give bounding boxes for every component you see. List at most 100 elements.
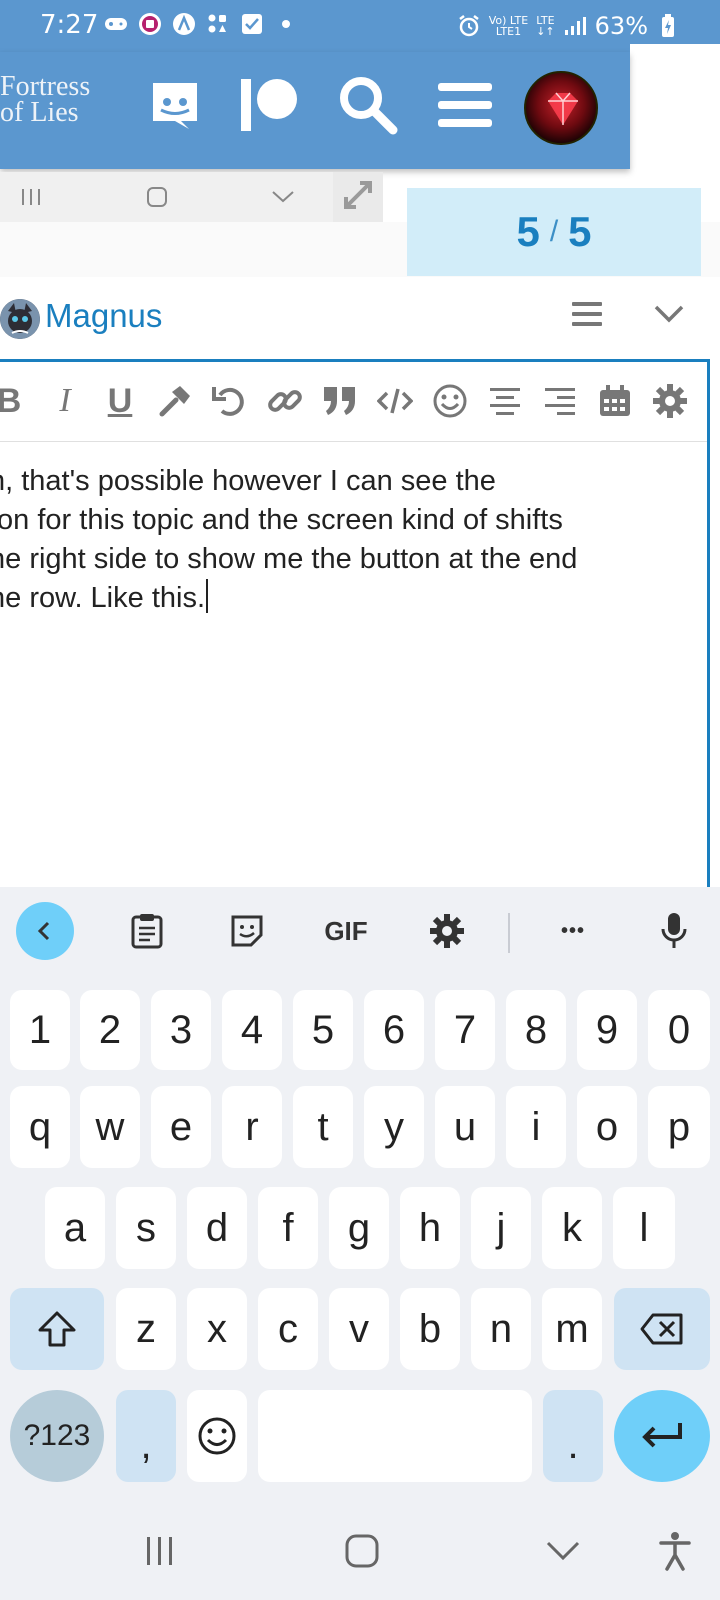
emoji-icon[interactable] <box>430 380 470 422</box>
accessibility-button[interactable] <box>650 1526 700 1576</box>
key-1[interactable]: 1 <box>10 990 70 1070</box>
key-w[interactable]: w <box>80 1086 140 1168</box>
enter-arrow-icon <box>642 1423 682 1448</box>
system-nav-bar <box>0 1502 720 1600</box>
code-icon[interactable] <box>375 380 415 422</box>
key-0[interactable]: 0 <box>648 990 710 1070</box>
key-b[interactable]: b <box>400 1288 460 1370</box>
keyboard-back-button[interactable] <box>16 902 74 960</box>
link-icon[interactable] <box>265 380 305 422</box>
key-r[interactable]: r <box>222 1086 282 1168</box>
key-f[interactable]: f <box>258 1187 318 1269</box>
key-z[interactable]: z <box>116 1288 176 1370</box>
key-p[interactable]: p <box>648 1086 710 1168</box>
home-icon[interactable] <box>142 182 172 212</box>
key-5[interactable]: 5 <box>293 990 353 1070</box>
back-icon <box>37 921 50 941</box>
progress-separator: / <box>549 215 559 248</box>
lte-indicator: LTE ↓↑ <box>536 14 555 38</box>
key-8[interactable]: 8 <box>506 990 566 1070</box>
backspace-icon <box>640 1313 683 1345</box>
key-i[interactable]: i <box>506 1086 566 1168</box>
symbols-key[interactable]: ?123 <box>10 1390 104 1482</box>
gear-icon[interactable] <box>650 380 690 422</box>
align-right-icon[interactable] <box>540 380 580 422</box>
key-y[interactable]: y <box>364 1086 424 1168</box>
shift-key[interactable] <box>10 1288 104 1370</box>
key-c[interactable]: c <box>258 1288 318 1370</box>
clipboard-icon <box>131 914 163 949</box>
key-d[interactable]: d <box>187 1187 247 1269</box>
key-6[interactable]: 6 <box>364 990 424 1070</box>
key-g[interactable]: g <box>329 1187 389 1269</box>
hide-keyboard-button[interactable] <box>538 1526 588 1576</box>
more-icon[interactable]: ••• <box>544 902 602 960</box>
key-q[interactable]: q <box>10 1086 70 1168</box>
chevron-down-icon[interactable] <box>268 182 298 212</box>
clipboard-button[interactable] <box>118 902 176 960</box>
site-logo[interactable]: Fortress of Lies <box>0 73 90 127</box>
key-j[interactable]: j <box>471 1187 531 1269</box>
key-s[interactable]: s <box>116 1187 176 1269</box>
key-x[interactable]: x <box>187 1288 247 1370</box>
home-button[interactable] <box>337 1526 387 1576</box>
enter-key[interactable] <box>614 1390 710 1482</box>
key-n[interactable]: n <box>471 1288 531 1370</box>
recent-apps-button[interactable] <box>135 1526 185 1576</box>
recent-apps-icon[interactable] <box>16 182 46 212</box>
key-7[interactable]: 7 <box>435 990 495 1070</box>
key-9[interactable]: 9 <box>577 990 637 1070</box>
key-t[interactable]: t <box>293 1086 353 1168</box>
user-avatar[interactable] <box>524 71 598 145</box>
key-v[interactable]: v <box>329 1288 389 1370</box>
notification-icons <box>104 12 298 36</box>
game-controller-icon <box>104 12 128 36</box>
search-button[interactable] <box>333 72 403 142</box>
hamburger-menu-icon <box>438 81 492 134</box>
gif-button[interactable]: GIF <box>317 902 375 960</box>
italic-button[interactable]: I <box>45 380 85 422</box>
key-o[interactable]: o <box>577 1086 637 1168</box>
emoji-key[interactable] <box>187 1390 247 1482</box>
key-h[interactable]: h <box>400 1187 460 1269</box>
alarm-icon <box>457 14 481 38</box>
bold-button[interactable]: B <box>0 380 29 422</box>
key-a[interactable]: a <box>45 1187 105 1269</box>
patreon-button[interactable] <box>233 72 303 142</box>
backspace-key[interactable] <box>614 1288 710 1370</box>
undo-icon[interactable] <box>210 380 250 422</box>
calendar-icon[interactable] <box>595 380 635 422</box>
header-gap <box>630 44 720 174</box>
key-2[interactable]: 2 <box>80 990 140 1070</box>
hammer-icon[interactable] <box>155 380 195 422</box>
discord-button[interactable] <box>140 72 210 142</box>
keyboard-settings-button[interactable] <box>418 902 476 960</box>
quote-icon[interactable] <box>320 380 360 422</box>
key-u[interactable]: u <box>435 1086 495 1168</box>
align-center-icon[interactable] <box>485 380 525 422</box>
status-bar: 7:27 Vo) LTE LTE1 LTE ↓↑ 63% <box>0 0 720 52</box>
key-4[interactable]: 4 <box>222 990 282 1070</box>
key-k[interactable]: k <box>542 1187 602 1269</box>
editor-toolbar: B I U <box>0 362 707 442</box>
toolbar-divider <box>508 913 510 953</box>
reply-to-username[interactable]: Magnus <box>45 297 162 335</box>
collapse-chevron-icon[interactable] <box>652 299 696 339</box>
key-3[interactable]: 3 <box>151 990 211 1070</box>
voice-input-button[interactable] <box>645 902 703 960</box>
menu-button[interactable] <box>430 72 500 142</box>
period-key[interactable]: . <box>543 1390 603 1482</box>
space-key[interactable] <box>258 1390 532 1482</box>
underline-button[interactable]: U <box>100 380 140 422</box>
comma-key[interactable]: , <box>116 1390 176 1482</box>
key-e[interactable]: e <box>151 1086 211 1168</box>
expand-button[interactable] <box>333 172 383 222</box>
key-m[interactable]: m <box>542 1288 602 1370</box>
key-l[interactable]: l <box>613 1187 675 1269</box>
reply-user-avatar[interactable] <box>0 299 40 339</box>
composer-actions-icon[interactable] <box>570 299 614 339</box>
topic-progress-counter[interactable]: 5 / 5 <box>407 188 701 276</box>
reply-textarea[interactable]: h, that's possible however I can see the… <box>0 462 707 618</box>
sticker-button[interactable] <box>218 902 276 960</box>
text-line-3: he right side to show me the button at t… <box>0 543 578 575</box>
